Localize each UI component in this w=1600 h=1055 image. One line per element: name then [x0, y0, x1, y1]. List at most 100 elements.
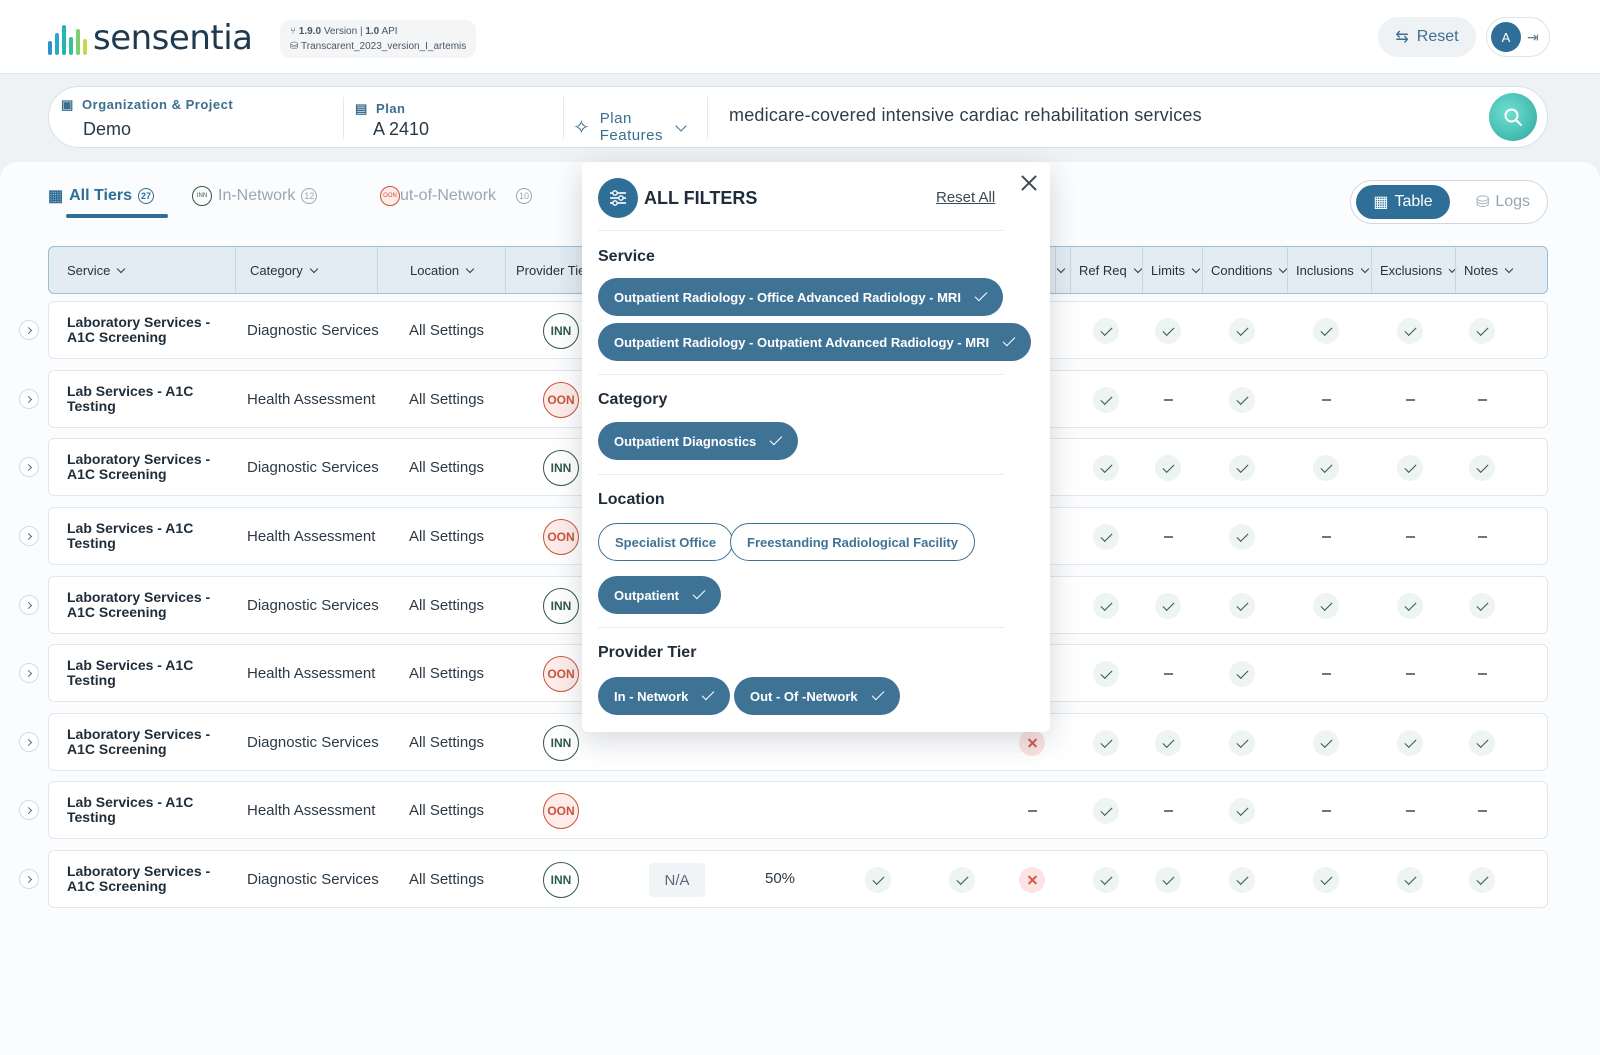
dash-icon — [1397, 661, 1423, 687]
location-name: All Settings — [409, 870, 485, 888]
check-icon — [1093, 524, 1119, 550]
dash-icon — [1155, 387, 1181, 413]
expand-row-button[interactable] — [19, 663, 39, 683]
filter-chip-service[interactable]: Outpatient Radiology - Outpatient Advanc… — [598, 323, 1032, 361]
location-name: All Settings — [409, 527, 485, 545]
location-name: All Settings — [409, 390, 485, 408]
close-icon[interactable] — [1018, 172, 1040, 194]
column-ref-req[interactable]: Ref Req — [1070, 247, 1142, 293]
org-project-selector[interactable]: ▣ Organization & Project Demo — [61, 97, 233, 157]
branch-icon: ⑂ — [290, 26, 296, 37]
clipboard-icon: ▤ — [355, 101, 368, 116]
divider — [598, 627, 1004, 628]
tab-in-network[interactable]: INN In-Network 12 — [192, 186, 318, 206]
check-icon — [1093, 455, 1119, 481]
category-name: Health Assessment — [247, 801, 376, 819]
expand-row-button[interactable] — [19, 869, 39, 889]
check-icon — [974, 288, 988, 302]
service-name: Laboratory Services - A1C Screening — [67, 451, 211, 482]
chevron-right-icon — [24, 532, 32, 540]
provider-tier-badge: OON — [543, 793, 579, 829]
column-service[interactable]: Service — [49, 247, 235, 293]
logo: sensentia — [48, 18, 253, 58]
column-hidden[interactable] — [1055, 247, 1070, 293]
chevron-right-icon — [24, 669, 32, 677]
location-name: All Settings — [409, 801, 485, 819]
dash-icon — [1313, 798, 1339, 824]
cross-icon — [1019, 730, 1045, 756]
logs-view-button[interactable]: ⛁ Logs — [1465, 185, 1541, 219]
table-view-button[interactable]: ▦ Table — [1356, 185, 1450, 219]
inn-icon: INN — [192, 186, 212, 206]
search-input[interactable]: medicare-covered intensive cardiac rehab… — [729, 105, 1202, 126]
chevron-down-icon — [117, 264, 126, 273]
check-icon — [1397, 867, 1423, 893]
table-row[interactable]: Laboratory Services - A1C Screening Diagn… — [19, 850, 1548, 908]
check-icon — [1397, 455, 1423, 481]
tab-all-tiers[interactable]: ▦ All Tiers 27 — [48, 186, 154, 206]
dash-icon — [1019, 798, 1045, 824]
column-inclusions[interactable]: Inclusions — [1287, 247, 1371, 293]
chevron-down-icon — [1133, 264, 1142, 273]
column-notes[interactable]: Notes — [1455, 247, 1547, 293]
user-menu[interactable]: A ⇥ — [1486, 17, 1550, 57]
check-icon — [1397, 318, 1423, 344]
table-row[interactable]: Lab Services - A1C Testing Health Assessm… — [19, 781, 1548, 839]
avatar[interactable]: A — [1491, 22, 1521, 52]
column-category[interactable]: Category — [235, 247, 377, 293]
service-name: Lab Services - A1C Testing — [67, 794, 194, 825]
check-icon — [1229, 730, 1255, 756]
column-location[interactable]: Location — [377, 247, 505, 293]
check-icon — [1155, 593, 1181, 619]
expand-row-button[interactable] — [19, 732, 39, 752]
filter-chip-location[interactable]: Outpatient — [598, 576, 721, 614]
service-name: Lab Services - A1C Testing — [67, 657, 194, 688]
plan-value: A 2410 — [373, 119, 430, 139]
chevron-down-icon — [675, 119, 687, 132]
filter-section-service: Service — [598, 248, 655, 265]
plan-features-dropdown[interactable]: ✧ Plan Features — [573, 97, 687, 157]
chevron-down-icon — [1360, 264, 1370, 273]
filter-chip-provider-tier[interactable]: Out - Of -Network — [734, 677, 900, 715]
service-name: Laboratory Services - A1C Screening — [67, 589, 211, 620]
column-provider-tier[interactable]: Provider Tie — [505, 247, 585, 293]
na-value: N/A — [649, 863, 705, 897]
expand-row-button[interactable] — [19, 389, 39, 409]
expand-row-button[interactable] — [19, 526, 39, 546]
expand-row-button[interactable] — [19, 595, 39, 615]
divider — [563, 97, 564, 139]
filter-chip-location[interactable]: Freestanding Radiological Facility — [730, 523, 975, 561]
column-limits[interactable]: Limits — [1142, 247, 1202, 293]
search-button[interactable] — [1489, 93, 1537, 141]
tab-out-of-network[interactable]: OON ut-of-Network 10 — [380, 186, 533, 206]
chevron-down-icon — [1504, 264, 1514, 273]
provider-tier-badge: INN — [543, 313, 579, 349]
filter-chip-service[interactable]: Outpatient Radiology - Office Advanced R… — [598, 278, 1003, 316]
expand-row-button[interactable] — [19, 800, 39, 820]
column-exclusions[interactable]: Exclusions — [1371, 247, 1457, 293]
reset-all-link[interactable]: Reset All — [936, 189, 995, 206]
expand-row-button[interactable] — [19, 457, 39, 477]
check-icon — [1093, 661, 1119, 687]
check-icon — [1469, 455, 1495, 481]
expand-row-button[interactable] — [19, 320, 39, 340]
app-name: sensentia — [93, 18, 253, 58]
category-name: Diagnostic Services — [247, 458, 379, 476]
dash-icon — [1397, 798, 1423, 824]
column-conditions[interactable]: Conditions — [1202, 247, 1288, 293]
dash-icon — [1313, 524, 1339, 550]
chevron-right-icon — [24, 806, 32, 814]
provider-tier-badge: INN — [543, 588, 579, 624]
filter-chip-provider-tier[interactable]: In - Network — [598, 677, 731, 715]
check-icon — [1229, 798, 1255, 824]
reset-button[interactable]: ⇆ Reset — [1378, 17, 1476, 57]
plan-selector[interactable]: ▤ Plan A 2410 — [355, 101, 429, 161]
check-icon — [1397, 593, 1423, 619]
check-icon — [1155, 730, 1181, 756]
logout-icon[interactable]: ⇥ — [1527, 29, 1539, 46]
dash-icon — [1313, 387, 1339, 413]
filter-chip-category[interactable]: Outpatient Diagnostics — [598, 422, 799, 460]
filter-chip-location[interactable]: Specialist Office — [598, 523, 734, 561]
chevron-down-icon — [1191, 264, 1201, 273]
check-icon — [1229, 593, 1255, 619]
